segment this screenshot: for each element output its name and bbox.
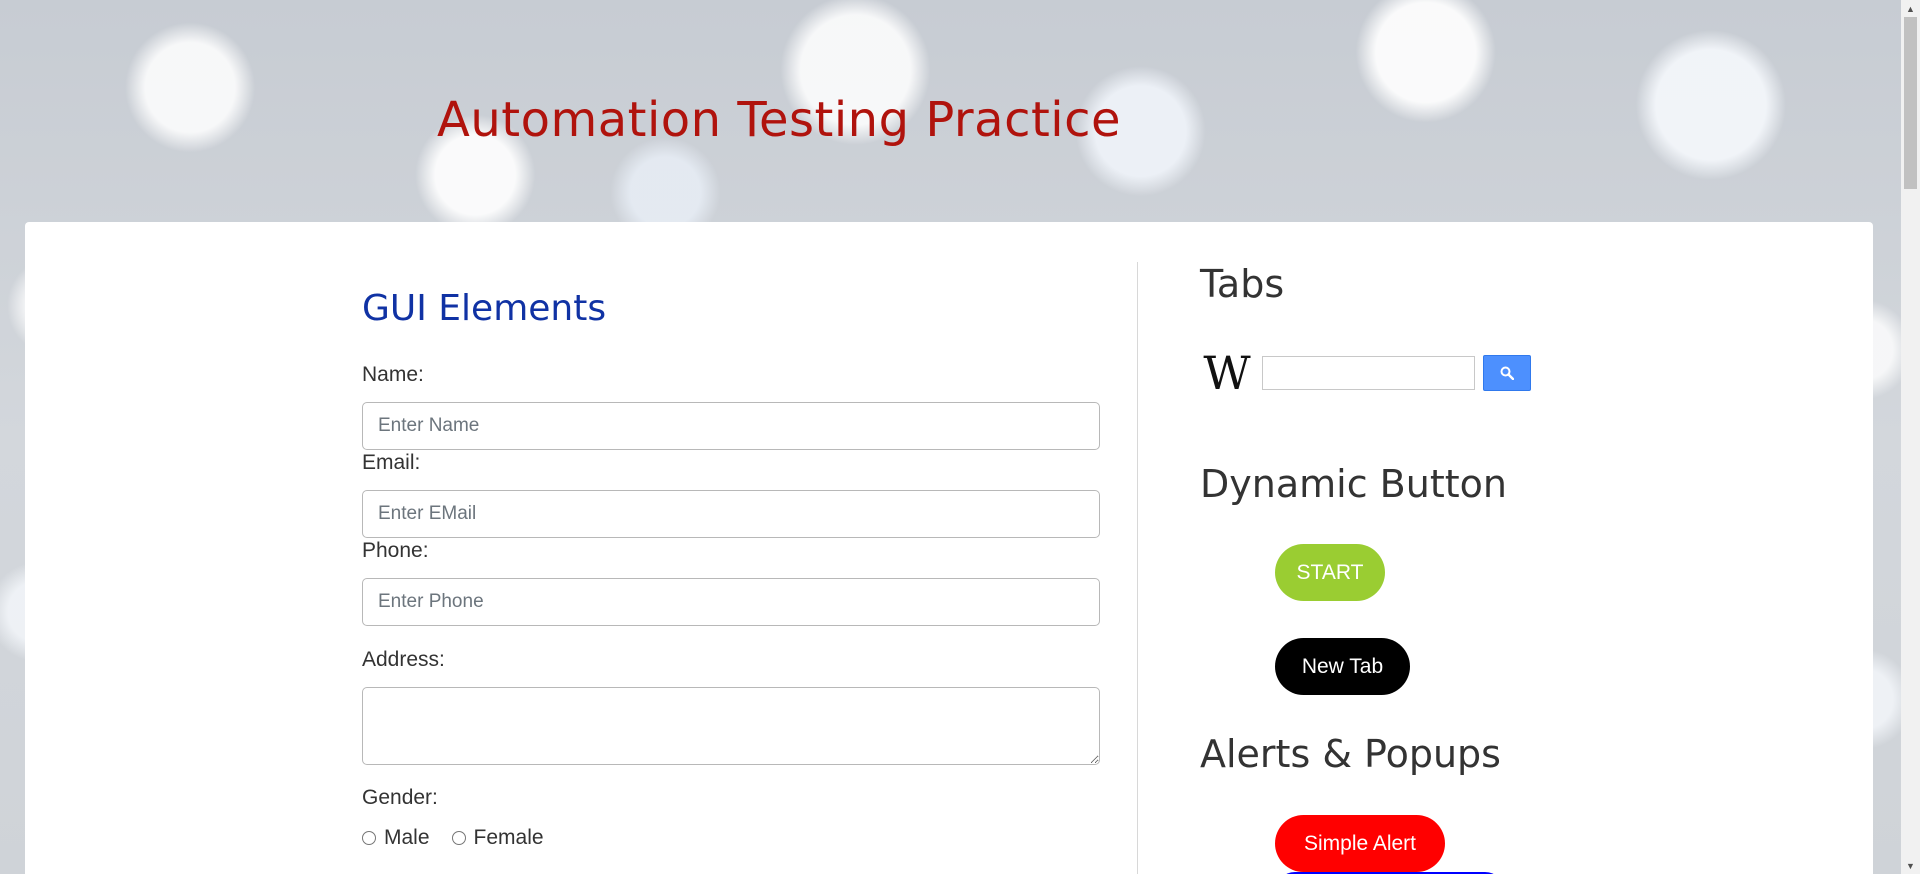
email-label: Email: <box>362 451 421 474</box>
email-input[interactable] <box>362 490 1100 538</box>
start-button[interactable]: START <box>1275 544 1385 601</box>
gender-radio-group: Male Female <box>362 826 566 850</box>
dynamic-button-title: Dynamic Button <box>1200 462 1507 506</box>
phone-input[interactable] <box>362 578 1100 626</box>
address-label: Address: <box>362 648 445 671</box>
gender-label: Gender: <box>362 786 438 809</box>
new-tab-button[interactable]: New Tab <box>1275 638 1410 695</box>
wikipedia-search-widget: W <box>1200 348 1531 398</box>
address-textarea[interactable] <box>362 687 1100 765</box>
scroll-up-arrow-icon[interactable]: ▲ <box>1901 0 1920 17</box>
wikipedia-logo-icon: W <box>1203 346 1251 400</box>
main-content: GUI Elements Name: Email: Phone: Address… <box>25 222 1873 874</box>
male-radio[interactable] <box>362 831 376 845</box>
alerts-popups-title: Alerts & Popups <box>1200 732 1501 776</box>
female-radio-label[interactable]: Female <box>474 826 544 850</box>
column-divider <box>1137 262 1138 874</box>
name-label: Name: <box>362 363 424 386</box>
name-input[interactable] <box>362 402 1100 450</box>
search-icon <box>1500 366 1514 380</box>
wikipedia-search-input[interactable] <box>1262 356 1475 390</box>
wikipedia-search-button[interactable] <box>1483 355 1531 391</box>
page-title: Automation Testing Practice <box>437 92 1122 148</box>
scroll-down-arrow-icon[interactable]: ▼ <box>1901 857 1920 874</box>
simple-alert-button[interactable]: Simple Alert <box>1275 815 1445 872</box>
male-radio-label[interactable]: Male <box>384 826 430 850</box>
gui-elements-title: GUI Elements <box>362 288 607 329</box>
scrollbar-thumb[interactable] <box>1904 17 1917 189</box>
vertical-scrollbar[interactable]: ▲ ▼ <box>1901 0 1920 874</box>
tabs-title: Tabs <box>1200 262 1285 306</box>
female-radio[interactable] <box>451 831 466 845</box>
phone-label: Phone: <box>362 539 429 562</box>
